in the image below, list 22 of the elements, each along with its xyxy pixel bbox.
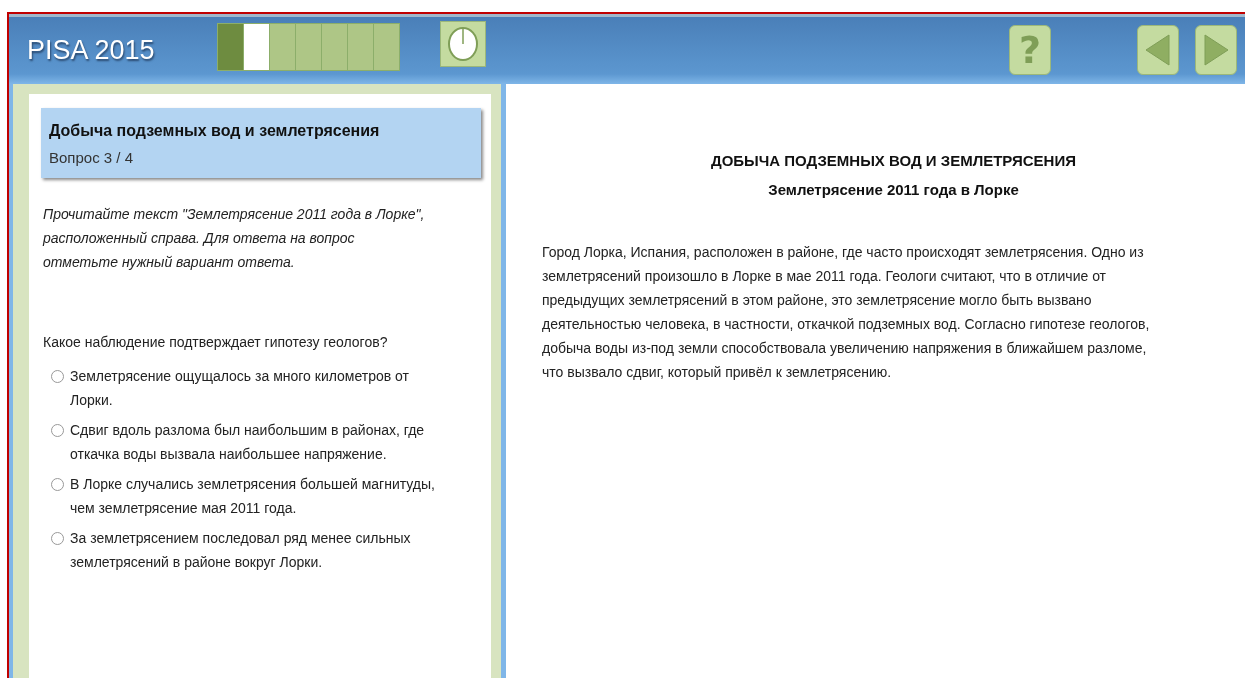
option-text: Землетрясение ощущалось за много километров от Лорки. bbox=[70, 367, 410, 410]
left-triangle-icon bbox=[1143, 32, 1173, 67]
question-number: Вопрос 3 / 4 bbox=[49, 149, 134, 166]
radio-button[interactable] bbox=[51, 532, 64, 545]
stimulus-title: ДОБЫЧА ПОДЗЕМНЫХ ВОД И ЗЕМЛЕТРЯСЕНИЯ bbox=[709, 152, 1077, 169]
right-triangle-icon bbox=[1201, 32, 1231, 67]
option-text: За землетрясением последовал ряд менее сильных землетрясений в районе вокруг Лорки. bbox=[70, 529, 412, 572]
app-logo: PISA 2015 bbox=[27, 35, 156, 66]
option-text: В Лорке случались землетрясения большей магнитуды, чем землетрясение мая 2011 года. bbox=[70, 475, 436, 518]
instruction-text: Прочитайте текст "Землетрясение 2011 года в Лорке", расположенный справа. Для ответа на вопрос отметьте нужный вариант ответа. bbox=[43, 205, 426, 272]
timer-icon bbox=[440, 20, 486, 67]
radio-button[interactable] bbox=[51, 424, 64, 437]
back-button[interactable] bbox=[1137, 24, 1179, 75]
question-text: Какое наблюдение подтверждает гипотезу геологов? bbox=[43, 334, 389, 350]
radio-button[interactable] bbox=[51, 478, 64, 491]
stimulus-text: Город Лорка, Испания, расположен в районе, где часто происходят землетрясения. Одно из землетрясений произошло в Лорке в мае 2011 года. Геологи считают, что в отличие от предыдущих землетрясений в этом районе, это землетрясение могло быть вызвано деятельностью человека, в частности, откачкой подземных вод. Согласно гипотезе геологов, добыча воды из-под земли способствовала увеличению напряжения в ближайшем разломе, что вызвало сдвиг, который привёл к землетрясению. bbox=[542, 243, 1151, 382]
help-button[interactable]: ? bbox=[1009, 24, 1051, 75]
radio-button[interactable] bbox=[51, 370, 64, 383]
option-text: Сдвиг вдоль разлома был наибольшим в районах, где откачка воды вызвала наибольшее напряжение. bbox=[70, 421, 426, 464]
unit-title: Добыча подземных вод и землетрясения bbox=[49, 122, 381, 140]
stimulus-subtitle: Землетрясение 2011 года в Лорке bbox=[767, 181, 1020, 198]
next-button[interactable] bbox=[1195, 24, 1237, 75]
